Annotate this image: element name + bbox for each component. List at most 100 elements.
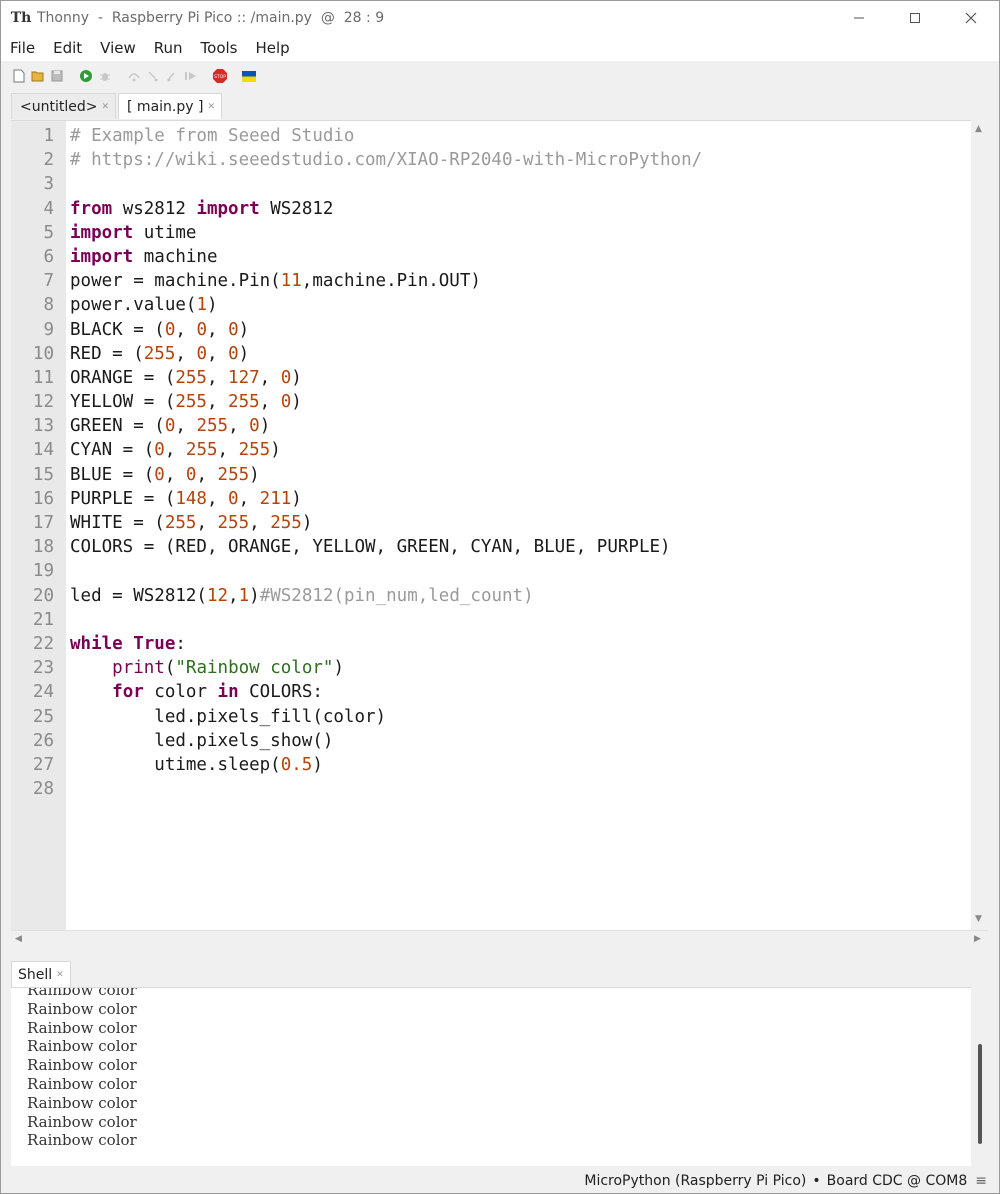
tab-close-icon[interactable]: ✕ [101, 102, 109, 112]
minimize-icon[interactable] [831, 1, 887, 35]
code-text: import utime [70, 222, 197, 243]
code-line[interactable]: 7 power = machine.Pin(11,machine.Pin.OUT) [11, 269, 971, 293]
line-number: 27 [32, 754, 54, 775]
code-lines[interactable]: 1 # Example from Seeed Studio 2 # https://w… [11, 124, 971, 801]
tab-label: <untitled> [20, 98, 98, 115]
code-line[interactable]: 24 for color in COLORS: [11, 680, 971, 704]
menu-run[interactable]: Run [145, 39, 192, 57]
code-line[interactable]: 14 CYAN = (0, 255, 255) [11, 438, 971, 462]
run-icon[interactable] [78, 68, 94, 84]
line-number: 17 [32, 513, 54, 533]
line-number: 12 [32, 392, 54, 413]
code-line[interactable]: 22 while True: [11, 632, 971, 656]
resume-icon[interactable] [183, 68, 199, 84]
code-text: BLACK = (0, 0, 0) [70, 319, 250, 340]
code-line[interactable]: 13 GREEN = (0, 255, 0) [11, 414, 971, 438]
code-line[interactable]: 10 RED = (255, 0, 0) [11, 342, 971, 366]
menu-file[interactable]: File [1, 39, 44, 57]
svg-text:STOP: STOP [214, 74, 226, 80]
code-line[interactable]: 2 # https://wiki.seeedstudio.com/XIAO-RP2… [11, 148, 971, 172]
interpreter-label[interactable]: MicroPython (Raspberry Pi Pico) [584, 1173, 806, 1189]
code-line[interactable]: 15 BLUE = (0, 0, 255) [11, 463, 971, 487]
menu-help[interactable]: Help [247, 39, 299, 57]
code-line[interactable]: 27 utime.sleep(0.5) [11, 753, 971, 777]
menu-view[interactable]: View [91, 39, 145, 57]
code-text: for color in COLORS: [112, 682, 323, 703]
code-line[interactable]: 18 COLORS = (RED, ORANGE, YELLOW, GREEN, … [11, 535, 971, 559]
line-number: 19 [32, 561, 54, 582]
tab-shell[interactable]: Shell ✕ [11, 961, 71, 987]
tab-close-icon[interactable]: ✕ [56, 970, 64, 980]
tab-main-py[interactable]: [ main.py ] ✕ [118, 93, 222, 119]
editor-tabs: <untitled> ✕ [ main.py ] ✕ [11, 93, 224, 119]
shell-output: Rainbow color Rainbow color Rainbow colo… [27, 988, 137, 1150]
ukraine-flag-icon[interactable] [241, 68, 257, 84]
code-line[interactable]: 11 ORANGE = (255, 127, 0) [11, 366, 971, 390]
port-label[interactable]: Board CDC @ COM8 [827, 1173, 968, 1189]
code-line[interactable]: 20 led = WS2812(12,1)#WS2812(pin_num,led_… [11, 584, 971, 608]
tab-close-icon[interactable]: ✕ [207, 102, 215, 112]
code-line[interactable]: 23 print("Rainbow color") [11, 656, 971, 680]
line-number: 20 [32, 585, 54, 606]
editor-vertical-scrollbar[interactable]: ▲ ▼ [971, 120, 988, 930]
code-line[interactable]: 5 import utime [11, 221, 971, 245]
open-file-icon[interactable] [30, 68, 46, 84]
code-editor[interactable]: 1 # Example from Seeed Studio 2 # https://w… [11, 120, 971, 931]
code-text: # Example from Seeed Studio [70, 126, 355, 146]
code-line[interactable]: 12 YELLOW = (255, 255, 0) [11, 390, 971, 414]
editor-horizontal-scrollbar[interactable]: ◀ ▶ [11, 930, 988, 950]
line-number: 3 [43, 174, 54, 195]
save-icon[interactable] [49, 68, 65, 84]
close-icon[interactable] [943, 1, 999, 35]
new-file-icon[interactable] [11, 68, 27, 84]
step-into-icon[interactable] [145, 68, 161, 84]
debug-icon[interactable] [97, 68, 113, 84]
code-line[interactable]: 19 [11, 559, 971, 583]
shell-scroll-thumb[interactable] [978, 1044, 982, 1144]
code-line[interactable]: 21 [11, 608, 971, 632]
line-number: 10 [32, 343, 54, 364]
code-line[interactable]: 16 PURPLE = (148, 0, 211) [11, 487, 971, 511]
stop-icon[interactable]: STOP [212, 68, 228, 84]
code-line[interactable]: 3 [11, 172, 971, 196]
scroll-down-icon[interactable]: ▼ [975, 914, 982, 924]
code-line[interactable]: 26 led.pixels_show() [11, 729, 971, 753]
hamburger-icon[interactable]: ≡ [975, 1173, 987, 1189]
code-text: print("Rainbow color") [112, 658, 344, 679]
code-line[interactable]: 17 WHITE = (255, 255, 255) [11, 511, 971, 535]
line-number: 5 [43, 222, 54, 243]
code-text: CYAN = (0, 255, 255) [70, 440, 281, 461]
scroll-up-icon[interactable]: ▲ [975, 124, 982, 134]
step-over-icon[interactable] [126, 68, 142, 84]
code-text: RED = (255, 0, 0) [70, 343, 250, 364]
tab-untitled[interactable]: <untitled> ✕ [11, 93, 117, 119]
line-number: 15 [32, 464, 54, 485]
code-text: import machine [70, 246, 218, 267]
code-line[interactable]: 9 BLACK = (0, 0, 0) [11, 318, 971, 342]
menu-tools[interactable]: Tools [192, 39, 247, 57]
code-text: power.value(1) [70, 295, 218, 316]
line-number: 22 [32, 633, 54, 654]
code-line[interactable]: 6 import machine [11, 245, 971, 269]
code-line[interactable]: 25 led.pixels_fill(color) [11, 705, 971, 729]
code-text: # https://wiki.seeedstudio.com/XIAO-RP20… [70, 150, 703, 171]
shell-tabs: Shell ✕ [11, 961, 71, 987]
shell-line: Rainbow color [27, 1131, 137, 1150]
code-line[interactable]: 4 from ws2812 import WS2812 [11, 197, 971, 221]
shell-scrollbar[interactable] [971, 987, 988, 1166]
scroll-left-icon[interactable]: ◀ [15, 934, 22, 944]
line-number: 14 [32, 440, 54, 461]
code-line[interactable]: 28 [11, 777, 971, 801]
step-out-icon[interactable] [164, 68, 180, 84]
status-bar: MicroPython (Raspberry Pi Pico) • Board … [1, 1168, 999, 1193]
shell-line: Rainbow color [27, 1112, 137, 1131]
scroll-right-icon[interactable]: ▶ [974, 934, 981, 944]
maximize-icon[interactable] [887, 1, 943, 35]
code-line[interactable]: 1 # Example from Seeed Studio [11, 124, 971, 148]
shell-line: Rainbow color [27, 1074, 137, 1093]
shell-tab-label: Shell [18, 966, 53, 983]
menu-edit[interactable]: Edit [44, 39, 91, 57]
shell-panel[interactable]: Rainbow color Rainbow color Rainbow colo… [11, 987, 971, 1166]
code-line[interactable]: 8 power.value(1) [11, 293, 971, 317]
